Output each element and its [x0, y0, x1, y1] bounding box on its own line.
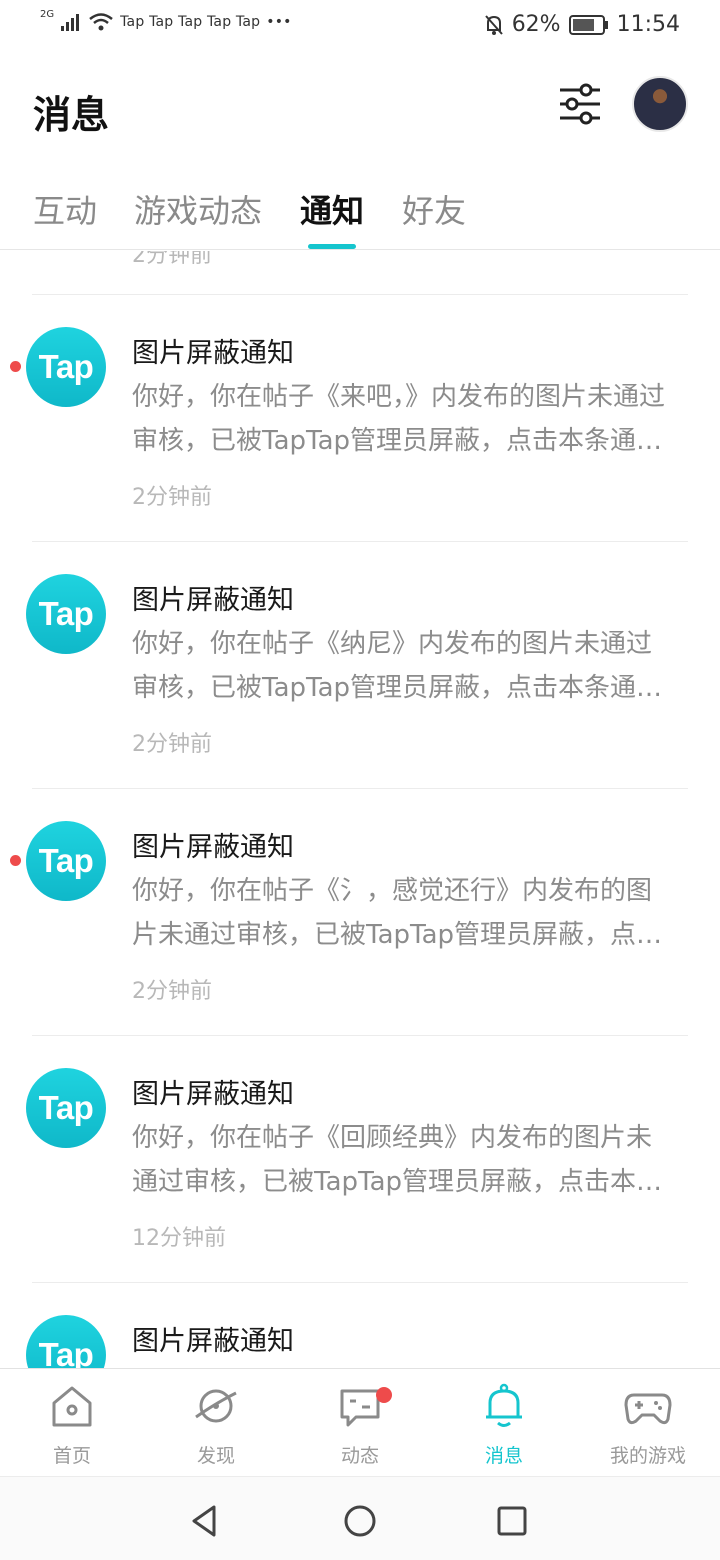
wifi-icon [89, 13, 113, 31]
item-time: 2分钟前 [132, 485, 212, 510]
planet-icon [195, 1389, 237, 1423]
nav-my-games-label: 我的游戏 [609, 1445, 686, 1467]
tap-logo-icon: Tap [26, 821, 106, 901]
network-type: 2G [40, 8, 55, 20]
unread-dot [10, 361, 21, 372]
tap-logo-icon: Tap [26, 1068, 106, 1148]
list-item[interactable]: Tap 图片屏蔽通知 你好，你在帖子《氵，感觉还行》内发布的图片未通过审核，已被… [0, 789, 720, 1035]
item-body: 你好，你在帖子《氵，感觉还行》内发布的图片未通过审核，已被TapTap管理员屏蔽… [132, 876, 663, 950]
nav-discover[interactable]: 发现 [144, 1383, 288, 1467]
sliders-icon [560, 83, 600, 125]
more-notifications: ••• [266, 14, 292, 30]
nav-discover-label: 发现 [196, 1445, 235, 1467]
item-body: 你好，你在帖子《来吧，》内发布的图片未通过审核，已被TapTap管理员屏蔽，点击… [132, 382, 666, 456]
item-body: 你好，你在帖子《纳尼》内发布的图片未通过审核，已被TapTap管理员屏蔽，点击本… [132, 629, 663, 703]
item-title: 图片屏蔽通知 [132, 1079, 294, 1110]
item-time: 2分钟前 [132, 732, 212, 757]
home-circle-icon[interactable] [340, 1501, 380, 1541]
tab-interaction[interactable]: 互动 [33, 186, 97, 232]
tab-notifications[interactable]: 通知 [300, 186, 364, 232]
page-title: 消息 [33, 93, 110, 137]
item-title: 图片屏蔽通知 [132, 832, 294, 863]
battery-percent: 62% [511, 12, 561, 37]
recents-icon[interactable] [492, 1501, 532, 1541]
nav-feed-label: 动态 [340, 1445, 379, 1467]
partial-item-time: 2分钟前 [132, 251, 212, 268]
list-item[interactable]: Tap 图片屏蔽通知 你好，你在帖子《回顾经典》内发布的图片未通过审核，已被Ta… [0, 1036, 720, 1282]
nav-messages-label: 消息 [484, 1445, 523, 1467]
tab-game-updates[interactable]: 游戏动态 [134, 186, 262, 232]
nav-feed[interactable]: 动态 [288, 1383, 432, 1467]
tap-logo-icon: Tap [26, 1315, 106, 1368]
signal-icon [61, 14, 80, 31]
unread-dot [10, 855, 21, 866]
status-left: 2G Tap Tap Tap Tap Tap ••• [40, 8, 292, 32]
active-tab-indicator [308, 244, 356, 249]
tap-logo-icon: Tap [26, 574, 106, 654]
clock: 11:54 [616, 12, 680, 37]
notification-list[interactable]: 2分钟前 Tap 图片屏蔽通知 你好，你在帖子《来吧，》内发布的图片未通过审核，… [0, 251, 720, 1368]
list-item[interactable]: Tap 图片屏蔽通知 你好，你在帖子《纳尼》内发布的图片未通过审核，已被TapT… [0, 542, 720, 788]
battery-icon [568, 14, 608, 35]
system-nav-bar [0, 1476, 720, 1560]
nav-home-label: 首页 [52, 1445, 91, 1467]
filter-button[interactable] [556, 82, 604, 126]
nav-my-games[interactable]: 我的游戏 [576, 1383, 720, 1467]
bell-muted-icon [484, 14, 503, 35]
item-body: 你好，你在帖子《回顾经典》内发布的图片未通过审核，已被TapTap管理员屏蔽，点… [132, 1123, 663, 1197]
status-right: 62% 11:54 [484, 12, 680, 37]
notification-apps: Tap Tap Tap Tap Tap [120, 14, 261, 30]
list-item[interactable]: Tap 图片屏蔽通知 你好，你在帖子《来吧，》内发布的图片未通过审核，已被Tap… [0, 295, 720, 541]
status-bar: 2G Tap Tap Tap Tap Tap ••• 62% 11:54 [0, 0, 720, 52]
back-icon[interactable] [186, 1501, 226, 1541]
bottom-nav: 首页 发现 动态 消息 我的游戏 [0, 1368, 720, 1476]
avatar[interactable] [632, 76, 688, 132]
nav-feed-badge [376, 1387, 392, 1403]
gamepad-icon [624, 1393, 672, 1425]
home-icon [52, 1386, 92, 1427]
item-time: 2分钟前 [132, 979, 212, 1004]
tab-friends[interactable]: 好友 [402, 186, 466, 232]
item-title: 图片屏蔽通知 [132, 338, 294, 369]
tap-logo-icon: Tap [26, 327, 106, 407]
item-title: 图片屏蔽通知 [132, 585, 294, 616]
item-time: 12分钟前 [132, 1226, 226, 1251]
nav-home[interactable]: 首页 [0, 1383, 144, 1467]
item-title: 图片屏蔽通知 [132, 1326, 294, 1357]
nav-messages[interactable]: 消息 [432, 1383, 576, 1467]
bell-icon [486, 1383, 522, 1427]
list-item[interactable]: Tap 图片屏蔽通知 [0, 1283, 720, 1368]
tab-bar: 互动 游戏动态 通知 好友 [0, 180, 720, 250]
